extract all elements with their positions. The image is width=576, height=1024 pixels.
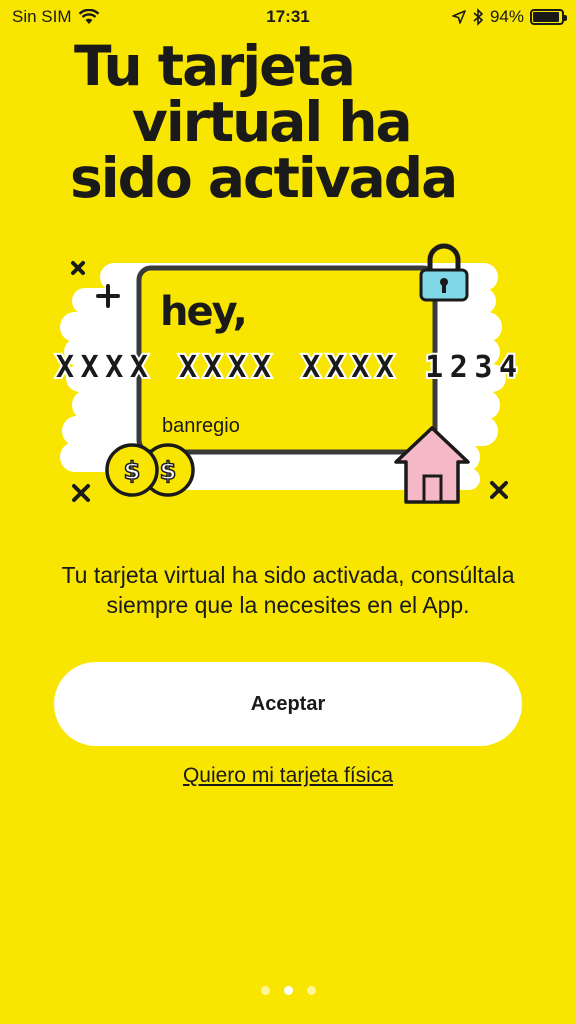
accept-button[interactable]: Aceptar [54,662,522,746]
page-dot-2[interactable] [283,986,293,995]
cross-mark-bottom-right [490,481,508,499]
cross-mark-top-left [71,261,85,275]
coin-symbol-front: $ [124,457,141,485]
card-illustration: hey, XXXX XXXX XXXX 1234 banregio $ $ [54,243,520,504]
title-line-1: Tu tarjeta [74,34,356,98]
title-line-2: virtual ha [132,90,413,154]
activation-message: Tu tarjeta virtual ha sido activada, con… [61,562,515,618]
card-brand: hey, [160,289,246,335]
card-bank: banregio [162,415,240,437]
battery-fill [533,12,560,22]
coin-icon-front: $ [105,443,159,497]
page-dot-3[interactable] [306,986,316,995]
page-title: Tu tarjeta virtual ha sido activada [60,38,530,206]
status-right: 94% [452,7,567,27]
title-line-3: sido activada [70,146,458,210]
location-arrow-icon [452,10,466,24]
physical-card-link[interactable]: Quiero mi tarjeta física [0,764,576,788]
cross-mark-bottom-left [72,484,90,502]
status-left: Sin SIM [12,7,100,27]
battery-icon [530,9,567,25]
bluetooth-icon [473,8,484,26]
lock-icon [419,243,469,302]
pagination-dots [0,986,576,995]
carrier-label: Sin SIM [12,7,72,26]
status-bar: Sin SIM 17:31 94% [0,0,576,34]
wifi-icon [78,9,99,24]
battery-percent: 94% [489,7,524,26]
page-dot-1[interactable] [260,986,270,995]
card-number: XXXX XXXX XXXX 1234 [56,350,520,385]
coin-symbol-back: $ [160,457,177,485]
